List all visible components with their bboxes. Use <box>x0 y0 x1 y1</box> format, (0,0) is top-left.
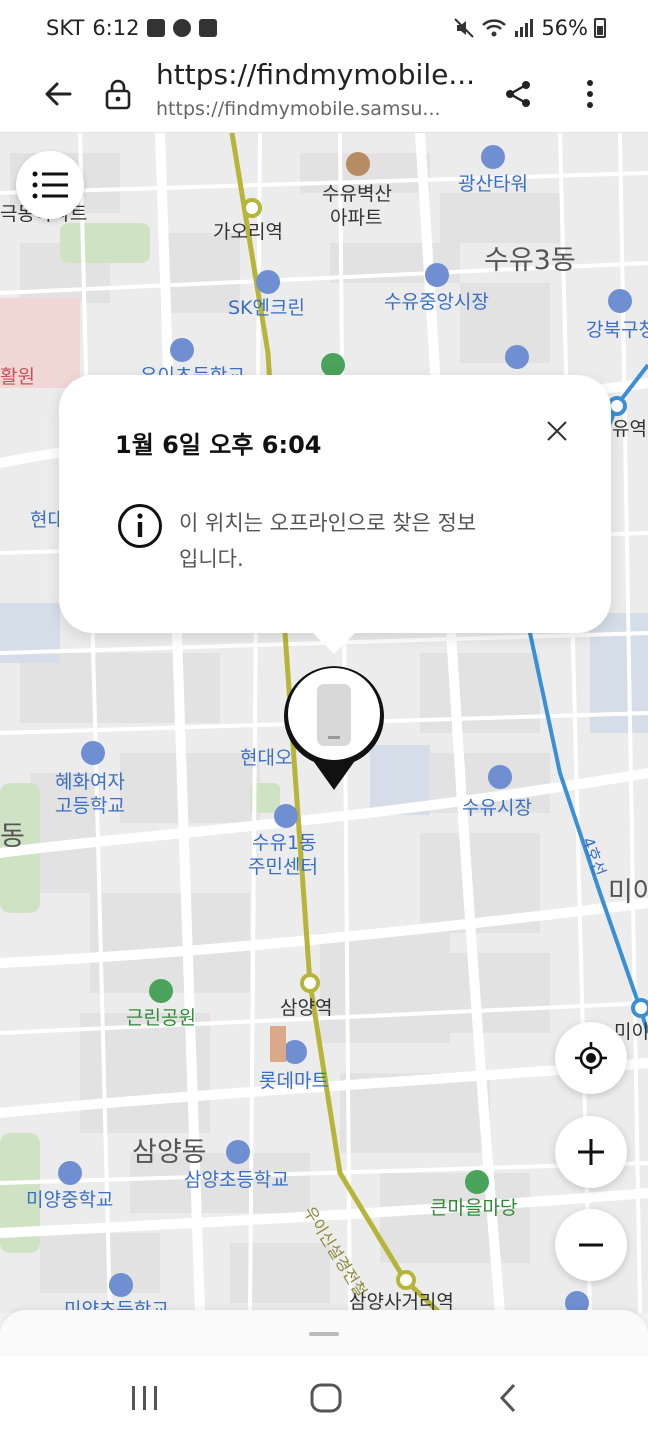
sheet-drag-handle[interactable] <box>309 1332 339 1336</box>
map-label: 광산타워 <box>458 173 528 195</box>
map-label: 큰마을마당 <box>430 1197 518 1219</box>
map-label: 동 <box>0 821 25 852</box>
notification-icon <box>147 19 166 37</box>
map-label: 아파트 <box>330 207 383 229</box>
signal-icon <box>515 19 534 37</box>
status-right: 56% <box>453 16 606 40</box>
back-button[interactable] <box>36 72 80 116</box>
wifi-icon <box>482 19 507 37</box>
zoom-in-button[interactable] <box>555 1116 627 1188</box>
map-label: 삼양동 <box>132 1137 207 1168</box>
map-label: 수유중앙시장 <box>384 291 489 313</box>
browser-toolbar: https://findmymobile.... https://findmym… <box>0 58 648 133</box>
map-label: 활원 <box>0 366 35 388</box>
map-label: 삼양초등학교 <box>184 1169 289 1191</box>
map-label: 롯데마트 <box>259 1070 329 1092</box>
my-location-button[interactable] <box>555 1022 627 1094</box>
popup-message: 이 위치는 오프라인으로 찾은 정보입니다. <box>179 511 477 571</box>
map-label: 유역 <box>612 418 647 440</box>
map-label: 가오리역 <box>213 221 283 243</box>
back-nav-button[interactable] <box>478 1376 538 1420</box>
device-location-pin[interactable] <box>281 662 387 792</box>
close-button[interactable] <box>537 411 577 451</box>
map-menu-button[interactable] <box>16 151 84 219</box>
minus-icon <box>579 1243 603 1247</box>
status-bar: SKT 6:12 56% <box>0 0 648 58</box>
close-icon <box>547 421 567 441</box>
popup-title: 1월 6일 오후 6:04 <box>115 431 322 459</box>
account-icon <box>173 19 192 37</box>
more-options-button[interactable] <box>568 72 612 116</box>
recents-icon <box>132 1386 157 1410</box>
share-button[interactable] <box>496 72 540 116</box>
map-label: 삼양역 <box>280 997 333 1019</box>
battery-icon <box>594 18 606 38</box>
more-vertical-icon <box>587 80 593 108</box>
status-left: SKT 6:12 <box>46 16 218 40</box>
info-icon <box>118 504 162 548</box>
app-notification-icon <box>199 19 218 37</box>
map-label: 수유1동 <box>252 832 317 854</box>
map-label: 미아 <box>608 877 648 908</box>
url-subtitle[interactable]: https://findmymobile.samsu... <box>156 98 476 120</box>
map-label: 미양중학교 <box>26 1189 114 1211</box>
map-label: 혜화여자 <box>55 771 125 793</box>
map-label: 강북구청 <box>586 319 648 341</box>
system-nav-bar <box>0 1356 648 1440</box>
home-icon <box>310 1383 342 1413</box>
carrier-label: SKT <box>46 16 85 40</box>
map-label: 수유시장 <box>462 797 532 819</box>
popup-pointer <box>312 632 356 654</box>
crosshair-icon <box>575 1042 607 1074</box>
plus-icon <box>578 1139 604 1165</box>
list-menu-icon <box>32 171 68 199</box>
map-label: 근린공원 <box>126 1007 196 1029</box>
site-security-button[interactable] <box>96 72 140 116</box>
mute-icon <box>454 18 475 38</box>
clock: 6:12 <box>92 16 140 40</box>
home-button[interactable] <box>296 1376 356 1420</box>
map-label: 수유3동 <box>484 245 576 276</box>
map-label: SK엔크린 <box>228 297 305 319</box>
share-icon <box>506 81 530 107</box>
arrow-left-icon <box>45 82 72 106</box>
map-label: 고등학교 <box>55 795 125 817</box>
bottom-sheet[interactable] <box>0 1310 648 1360</box>
chevron-left-icon <box>499 1383 516 1413</box>
map-label: 주민센터 <box>248 856 318 878</box>
battery-percent: 56% <box>541 16 588 40</box>
lock-icon <box>105 79 131 110</box>
location-info-popup: 1월 6일 오후 6:04 이 위치는 오프라인으로 찾은 정보입니다. <box>59 375 611 633</box>
zoom-out-button[interactable] <box>555 1209 627 1281</box>
recent-apps-button[interactable] <box>115 1376 175 1420</box>
url-title[interactable]: https://findmymobile.... <box>156 58 476 91</box>
map-label: 수유벽산 <box>322 183 392 205</box>
